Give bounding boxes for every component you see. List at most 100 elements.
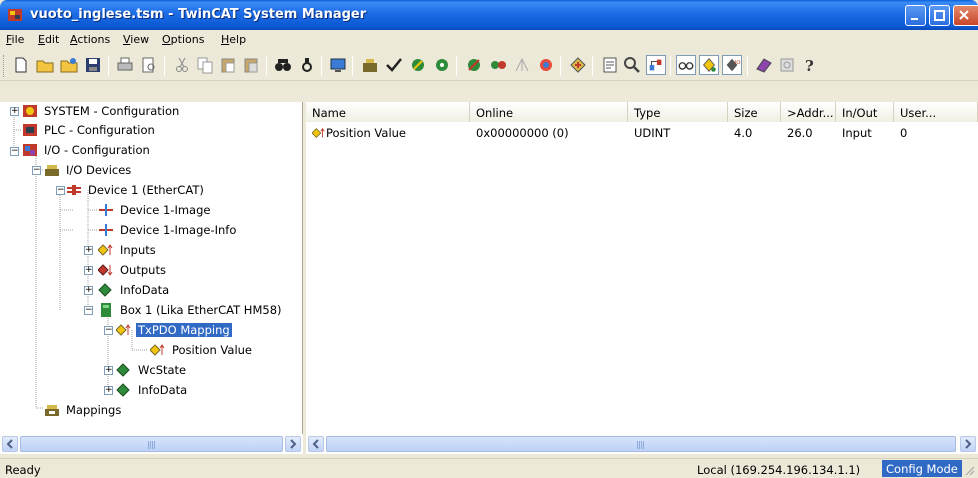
twincat-app-icon[interactable]: [7, 7, 23, 23]
paste-with-links-icon[interactable]: [241, 55, 261, 75]
save-icon[interactable]: [83, 55, 103, 75]
print-preview-icon[interactable]: [139, 55, 159, 75]
menu-help[interactable]: Help: [221, 33, 246, 46]
tree-item-txpdo-mapping[interactable]: TxPDO Mapping: [116, 321, 232, 339]
tree-item-outputs[interactable]: Outputs: [98, 261, 168, 279]
collapse-toggle[interactable]: −: [84, 306, 93, 315]
menu-actions[interactable]: Actions: [70, 33, 110, 46]
help-icon[interactable]: ?: [800, 55, 820, 75]
print-icon[interactable]: [115, 55, 135, 75]
zoom-icon[interactable]: [622, 55, 642, 75]
menu-options[interactable]: Options: [162, 33, 204, 46]
toolbar-grip[interactable]: [3, 55, 6, 77]
find-icon[interactable]: [273, 55, 293, 75]
settings-icon[interactable]: [777, 55, 797, 75]
cut-icon[interactable]: [172, 55, 192, 75]
tree-item-wcstate[interactable]: WcState: [116, 361, 188, 379]
collapse-toggle[interactable]: −: [56, 186, 65, 195]
scroll-thumb[interactable]: [326, 436, 956, 452]
show-online-icon[interactable]: [600, 55, 620, 75]
tree-item-infodata[interactable]: InfoData: [98, 281, 171, 299]
copy-icon[interactable]: [195, 55, 215, 75]
force-icon[interactable]: IO: [722, 55, 742, 75]
watch-icon[interactable]: [676, 55, 696, 75]
column-header-inout[interactable]: In/Out: [836, 102, 894, 122]
find-next-icon[interactable]: [297, 55, 317, 75]
minimize-button[interactable]: [905, 5, 926, 26]
goto-link-icon[interactable]: [568, 55, 588, 75]
table-row[interactable]: Position Value 0x00000000 (0) UDINT 4.0 …: [306, 124, 978, 142]
scan-devices-icon[interactable]: [488, 55, 508, 75]
column-header-user[interactable]: User...: [894, 102, 978, 122]
tree-item-io-devices[interactable]: I/O Devices: [44, 161, 133, 179]
tree-item-device1-image-info[interactable]: Device 1-Image-Info: [98, 221, 238, 239]
title-bar[interactable]: vuoto_inglese.tsm - TwinCAT System Manag…: [0, 0, 978, 30]
expand-toggle[interactable]: +: [84, 246, 93, 255]
tree-item-label: Inputs: [120, 243, 156, 257]
variable-list[interactable]: Name Online Type Size >Addr... In/Out Us…: [306, 102, 978, 434]
scroll-left-button[interactable]: [308, 436, 324, 452]
mapping-icon[interactable]: [646, 55, 666, 75]
collapse-toggle[interactable]: −: [32, 166, 41, 175]
column-header-name[interactable]: Name: [306, 102, 470, 122]
tree-item-inputs[interactable]: Inputs: [98, 241, 158, 259]
process-image-icon: [99, 224, 113, 236]
scroll-right-button[interactable]: [960, 436, 976, 452]
tree-item-box1[interactable]: Box 1 (Lika EtherCAT HM58): [98, 301, 284, 319]
list-horizontal-scrollbar[interactable]: [306, 434, 978, 454]
column-header-online[interactable]: Online: [470, 102, 628, 122]
collapse-toggle[interactable]: −: [10, 147, 19, 156]
add-to-watch-icon[interactable]: [699, 55, 719, 75]
outputs-icon: [98, 264, 113, 276]
expand-toggle[interactable]: +: [10, 107, 19, 116]
paste-icon[interactable]: [218, 55, 238, 75]
help-about-icon[interactable]: [754, 55, 774, 75]
scroll-right-button[interactable]: [285, 436, 301, 452]
open-project-icon[interactable]: [59, 55, 79, 75]
tree-item-device1-image[interactable]: Device 1-Image: [98, 201, 212, 219]
activate-config-icon[interactable]: [408, 55, 428, 75]
expand-toggle[interactable]: +: [104, 386, 113, 395]
toolbar-separator: [352, 56, 353, 76]
close-button[interactable]: [953, 5, 978, 26]
tree-item-box-infodata[interactable]: InfoData: [116, 381, 189, 399]
tree-view[interactable]: + − − − + + + − − + + SYSTEM - Configura…: [0, 102, 303, 434]
expand-toggle[interactable]: +: [104, 366, 113, 375]
config-mode-icon[interactable]: [536, 55, 556, 75]
append-device-icon[interactable]: [360, 55, 380, 75]
tree-item-device1-ethercat[interactable]: Device 1 (EtherCAT): [66, 181, 206, 199]
tree-item-plc-config[interactable]: PLC - Configuration: [22, 121, 157, 139]
resize-grip-icon[interactable]: [962, 463, 976, 477]
expand-toggle[interactable]: +: [84, 266, 93, 275]
scroll-left-button[interactable]: [2, 436, 18, 452]
expand-toggle[interactable]: +: [84, 286, 93, 295]
check-config-icon[interactable]: [384, 55, 404, 75]
toggle-free-run-icon[interactable]: [512, 55, 532, 75]
tree-item-system-config[interactable]: SYSTEM - Configuration: [22, 102, 181, 120]
status-bar: Ready Local (169.254.196.134.1.1) Config…: [0, 458, 978, 478]
cell-size: 4.0: [734, 126, 753, 140]
tree-horizontal-scrollbar[interactable]: [0, 434, 303, 454]
tree-item-position-value[interactable]: Position Value: [150, 341, 254, 359]
reload-devices-icon[interactable]: [464, 55, 484, 75]
toolbar-separator: [670, 56, 671, 76]
column-header-address[interactable]: >Addr...: [781, 102, 836, 122]
column-header-type[interactable]: Type: [628, 102, 728, 122]
chevron-right-icon: [965, 439, 972, 449]
open-icon[interactable]: [35, 55, 55, 75]
menu-edit[interactable]: Edit: [38, 33, 59, 46]
tree-item-io-config[interactable]: I/O - Configuration: [22, 141, 152, 159]
maximize-button[interactable]: [929, 5, 950, 26]
tree-item-label: TxPDO Mapping: [136, 323, 232, 337]
view-target-icon[interactable]: [328, 55, 348, 75]
process-image-icon: [99, 204, 113, 216]
menu-view[interactable]: View: [123, 33, 149, 46]
scroll-thumb[interactable]: [20, 436, 283, 452]
new-icon[interactable]: [11, 55, 31, 75]
set-free-run-icon[interactable]: [432, 55, 452, 75]
menu-file[interactable]: File: [6, 33, 24, 46]
column-header-size[interactable]: Size: [728, 102, 781, 122]
tree-item-mappings[interactable]: Mappings: [44, 401, 123, 419]
minimize-icon: [911, 18, 918, 20]
collapse-toggle[interactable]: −: [104, 326, 113, 335]
